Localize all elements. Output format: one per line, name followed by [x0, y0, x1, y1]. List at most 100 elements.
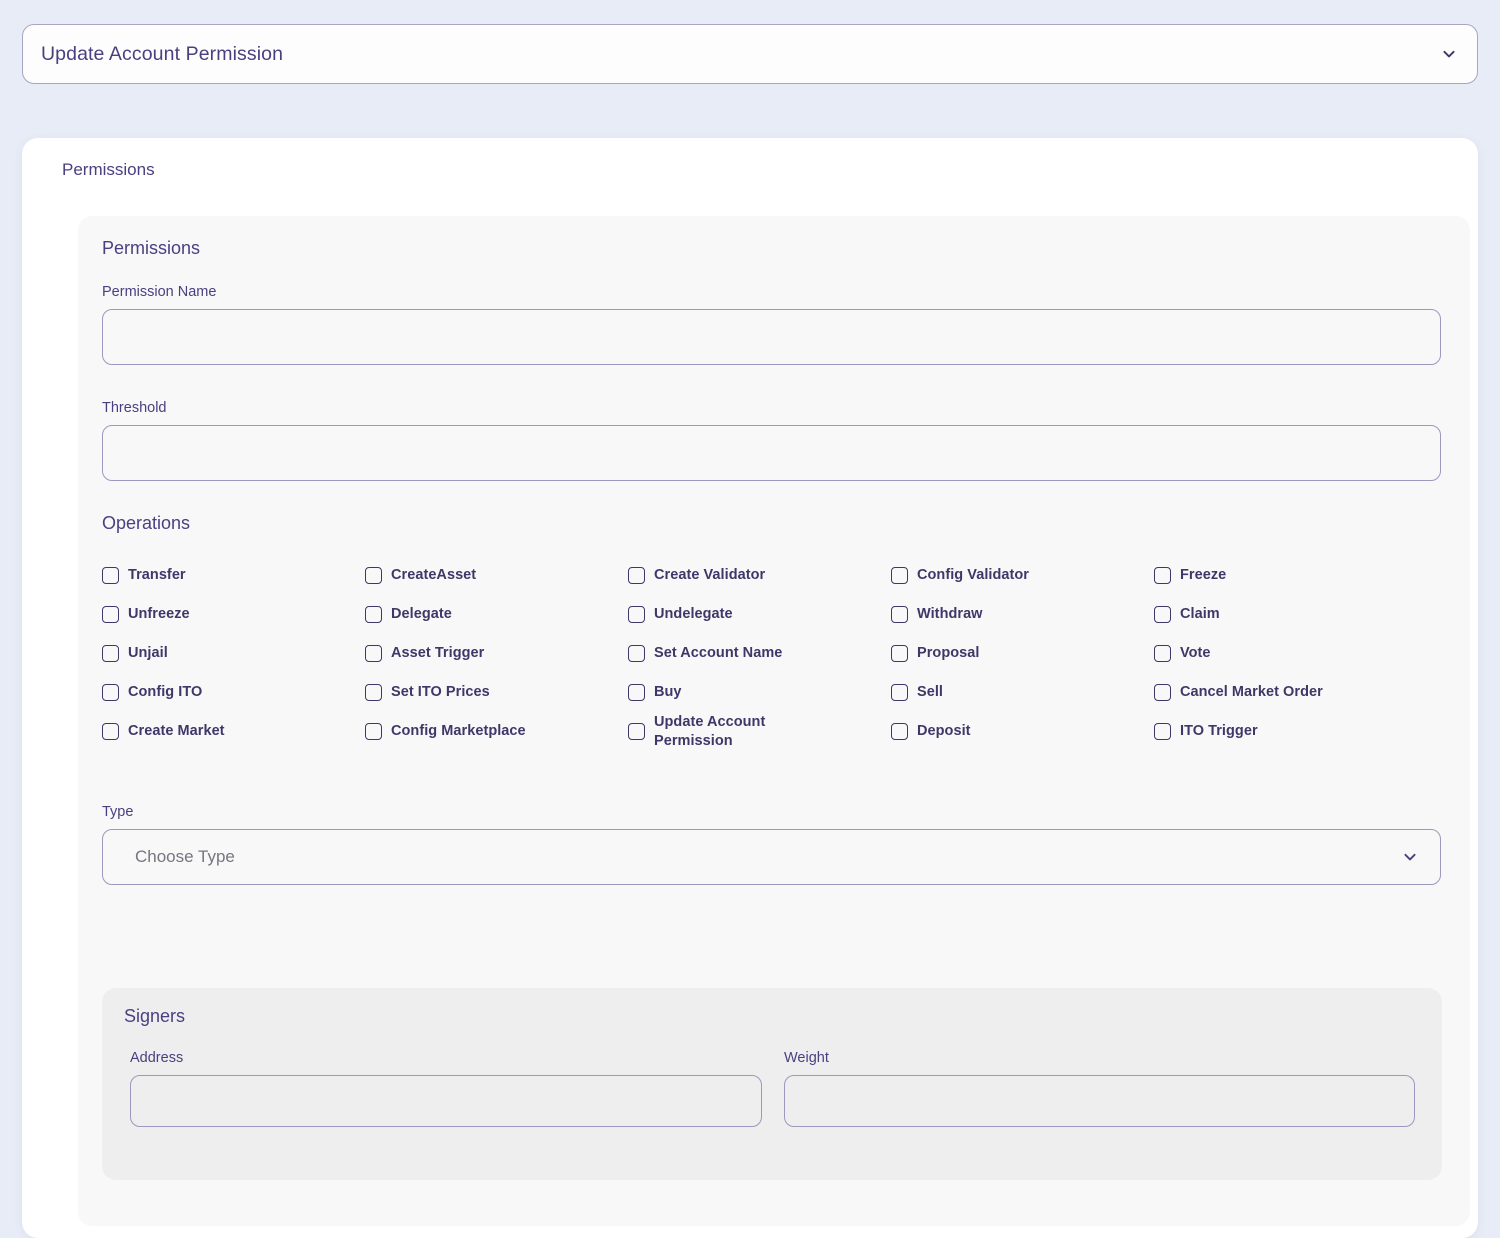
operation-label: Sell [917, 684, 943, 701]
operation-checkbox-item[interactable]: Unjail [102, 634, 365, 673]
update-account-permission-header[interactable]: Update Account Permission [22, 24, 1478, 84]
checkbox-icon[interactable] [102, 567, 119, 584]
permission-name-field-group: Permission Name [102, 284, 1441, 365]
checkbox-icon[interactable] [1154, 606, 1171, 623]
checkbox-icon[interactable] [891, 645, 908, 662]
operation-checkbox-item[interactable]: Buy [628, 673, 891, 712]
checkbox-icon[interactable] [1154, 684, 1171, 701]
operation-label: Deposit [917, 723, 971, 740]
signer-weight-label: Weight [784, 1050, 829, 1066]
operation-label: Unfreeze [128, 606, 190, 623]
checkbox-icon[interactable] [628, 606, 645, 623]
type-field-group: Type Choose Type [102, 804, 1441, 885]
permissions-panel: Permissions Permission Name Threshold Op… [78, 216, 1470, 1226]
chevron-down-icon[interactable] [1441, 46, 1457, 62]
operation-checkbox-item[interactable]: Freeze [1154, 556, 1417, 595]
operation-checkbox-item[interactable]: Delegate [365, 595, 628, 634]
checkbox-icon[interactable] [1154, 645, 1171, 662]
operation-checkbox-item[interactable]: Config Marketplace [365, 712, 628, 751]
checkbox-icon[interactable] [102, 684, 119, 701]
operation-checkbox-item[interactable]: ITO Trigger [1154, 712, 1417, 751]
checkbox-icon[interactable] [1154, 567, 1171, 584]
operation-checkbox-item[interactable]: Set ITO Prices [365, 673, 628, 712]
signers-panel: Signers Address Weight [102, 988, 1442, 1180]
card-title: Permissions [62, 160, 155, 179]
checkbox-icon[interactable] [628, 645, 645, 662]
signers-row: Address Weight [130, 1050, 1415, 1127]
operation-label: Config ITO [128, 684, 203, 701]
operation-checkbox-item[interactable]: Asset Trigger [365, 634, 628, 673]
operation-label: Proposal [917, 645, 980, 662]
operation-label: Config Validator [917, 567, 1029, 584]
operation-checkbox-item[interactable]: Transfer [102, 556, 365, 595]
operation-label: Transfer [128, 567, 186, 584]
operation-checkbox-item[interactable]: Create Validator [628, 556, 891, 595]
operation-label: Create Validator [654, 567, 766, 584]
signers-title: Signers [124, 1006, 186, 1026]
operation-label: Asset Trigger [391, 645, 485, 662]
operation-label: Freeze [1180, 567, 1227, 584]
operations-title: Operations [102, 513, 191, 533]
checkbox-icon[interactable] [628, 567, 645, 584]
operation-checkbox-item[interactable]: Config Validator [891, 556, 1154, 595]
checkbox-icon[interactable] [891, 723, 908, 740]
permissions-panel-title: Permissions [102, 238, 201, 258]
operation-label: CreateAsset [391, 567, 477, 584]
checkbox-icon[interactable] [628, 684, 645, 701]
operation-label: Cancel Market Order [1180, 684, 1323, 701]
checkbox-icon[interactable] [365, 645, 382, 662]
operation-label: Set Account Name [654, 645, 783, 662]
operation-checkbox-item[interactable]: Withdraw [891, 595, 1154, 634]
operation-label: Buy [654, 684, 682, 701]
operation-checkbox-item[interactable]: Cancel Market Order [1154, 673, 1417, 712]
checkbox-icon[interactable] [1154, 723, 1171, 740]
permission-name-input[interactable] [102, 309, 1441, 365]
operation-label: Delegate [391, 606, 452, 623]
operation-label: Unjail [128, 645, 168, 662]
operation-label: Withdraw [917, 606, 983, 623]
signer-address-label: Address [130, 1050, 184, 1066]
operation-checkbox-item[interactable]: Deposit [891, 712, 1154, 751]
checkbox-icon[interactable] [891, 684, 908, 701]
checkbox-icon[interactable] [102, 606, 119, 623]
operation-checkbox-item[interactable]: Vote [1154, 634, 1417, 673]
operation-label: Config Marketplace [391, 723, 526, 740]
checkbox-icon[interactable] [365, 606, 382, 623]
operation-checkbox-item[interactable]: Unfreeze [102, 595, 365, 634]
operation-checkbox-item[interactable]: Sell [891, 673, 1154, 712]
page-title: Update Account Permission [41, 42, 284, 65]
operation-checkbox-item[interactable]: Config ITO [102, 673, 365, 712]
signer-address-input[interactable] [130, 1075, 762, 1127]
operation-checkbox-item[interactable]: Undelegate [628, 595, 891, 634]
signer-weight-input[interactable] [784, 1075, 1415, 1127]
checkbox-icon[interactable] [102, 723, 119, 740]
signer-weight-field-group: Weight [784, 1050, 1415, 1127]
type-select-value: Choose Type [135, 847, 235, 866]
operation-label: Set ITO Prices [391, 684, 490, 701]
checkbox-icon[interactable] [102, 645, 119, 662]
threshold-input[interactable] [102, 425, 1441, 481]
operation-label: ITO Trigger [1180, 723, 1258, 740]
operation-label: Create Market [128, 723, 225, 740]
operation-checkbox-item[interactable]: Set Account Name [628, 634, 891, 673]
checkbox-icon[interactable] [891, 606, 908, 623]
checkbox-icon[interactable] [365, 684, 382, 701]
checkbox-icon[interactable] [365, 567, 382, 584]
operation-checkbox-item[interactable]: Claim [1154, 595, 1417, 634]
threshold-field-group: Threshold [102, 400, 1441, 481]
checkbox-icon[interactable] [891, 567, 908, 584]
operation-checkbox-item[interactable]: Create Market [102, 712, 365, 751]
checkbox-icon[interactable] [628, 723, 645, 740]
operations-checkbox-grid: Transfer CreateAsset Create Validator Confi… [102, 556, 1442, 751]
checkbox-icon[interactable] [365, 723, 382, 740]
operation-checkbox-item[interactable]: Proposal [891, 634, 1154, 673]
operation-checkbox-item[interactable]: CreateAsset [365, 556, 628, 595]
permissions-card: Permissions Permissions Permission Name … [22, 138, 1478, 1238]
operation-checkbox-item[interactable]: Update Account Permission [628, 712, 891, 751]
chevron-down-icon[interactable] [1402, 849, 1418, 865]
operation-label: Vote [1180, 645, 1211, 662]
type-label: Type [102, 804, 134, 820]
operation-label: Claim [1180, 606, 1220, 623]
permission-name-label: Permission Name [102, 284, 217, 300]
type-select[interactable]: Choose Type [102, 829, 1441, 885]
